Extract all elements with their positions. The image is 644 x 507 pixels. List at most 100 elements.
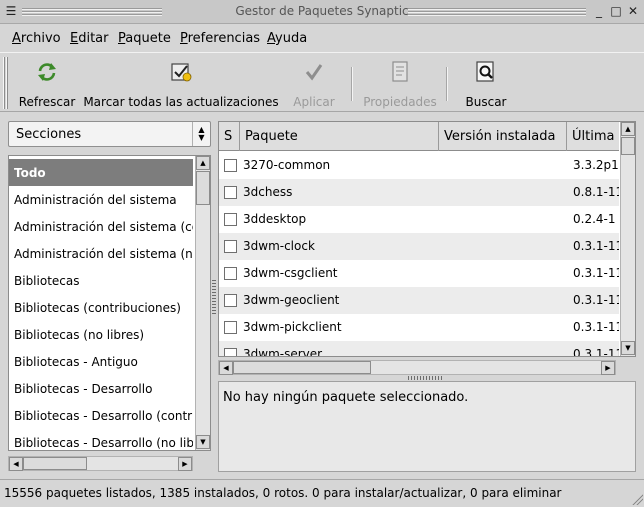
column-status[interactable]: S xyxy=(219,122,240,151)
package-checkbox[interactable] xyxy=(224,240,237,253)
package-latest-version: 0.3.1-11 xyxy=(573,239,619,253)
menu-archivo[interactable]: Archivo xyxy=(12,31,61,46)
package-latest-version: 0.3.1-11 xyxy=(573,266,619,280)
mark-upgrades-icon xyxy=(171,63,192,82)
scroll-up-icon[interactable]: ▲ xyxy=(621,122,635,136)
package-checkbox[interactable] xyxy=(224,294,237,307)
apply-button[interactable]: Aplicar xyxy=(288,59,340,109)
dropdown-arrows-icon: ▲ ▼ xyxy=(192,122,210,146)
toolbar: Refrescar Marcar todas las actualizacion… xyxy=(0,52,644,112)
column-latest-version[interactable]: Última versión xyxy=(567,122,619,151)
package-row[interactable]: 3270-common 3.3.2p1 xyxy=(219,152,619,179)
maximize-icon[interactable]: □ xyxy=(609,4,623,18)
toolbar-separator xyxy=(446,67,448,101)
section-item[interactable]: Bibliotecas xyxy=(9,267,193,294)
scroll-right-icon[interactable]: ▶ xyxy=(178,457,192,471)
menu-bar: Archivo Editar Paquete Preferencias Ayud… xyxy=(0,26,644,50)
package-row[interactable]: 3dwm-pickclient 0.3.1-11 xyxy=(219,314,619,341)
package-horizontal-scrollbar[interactable]: ◀ ▶ xyxy=(218,360,616,375)
package-row[interactable]: 3dchess 0.8.1-11 xyxy=(219,179,619,206)
sections-list: Todo Administración del sistema Administ… xyxy=(8,155,211,451)
section-item[interactable]: Bibliotecas (no libres) xyxy=(9,321,193,348)
section-item[interactable]: Bibliotecas - Desarrollo (contribuciones… xyxy=(9,402,193,429)
sections-vertical-scrollbar[interactable]: ▲ ▼ xyxy=(195,156,210,450)
refresh-icon xyxy=(38,63,56,81)
refresh-button[interactable]: Refrescar xyxy=(14,59,80,109)
column-installed-version[interactable]: Versión instalada xyxy=(439,122,567,151)
package-checkbox[interactable] xyxy=(224,213,237,226)
section-item[interactable]: Administración del sistema xyxy=(9,186,193,213)
package-row[interactable]: 3dwm-server 0.3.1-11 xyxy=(219,341,619,357)
package-row[interactable]: 3dwm-csgclient 0.3.1-11 xyxy=(219,260,619,287)
sections-horizontal-scrollbar[interactable]: ◀ ▶ xyxy=(8,456,193,471)
scroll-down-icon[interactable]: ▼ xyxy=(196,435,210,449)
package-latest-version: 0.3.1-11 xyxy=(573,320,619,334)
package-vertical-scrollbar[interactable]: ▲ ▼ xyxy=(620,122,635,356)
sections-dropdown-value: Secciones xyxy=(16,127,82,142)
mark-all-upgrades-button[interactable]: Marcar todas las actualizaciones xyxy=(83,59,279,109)
scrollbar-thumb[interactable] xyxy=(196,171,210,205)
scroll-up-icon[interactable]: ▲ xyxy=(196,156,210,170)
package-row[interactable]: 3dwm-geoclient 0.3.1-11 xyxy=(219,287,619,314)
package-row[interactable]: 3dwm-clock 0.3.1-11 xyxy=(219,233,619,260)
section-item[interactable]: Bibliotecas (contribuciones) xyxy=(9,294,193,321)
properties-label: Propiedades xyxy=(363,95,437,109)
section-item[interactable]: Administración del sistema (contribucion… xyxy=(9,213,193,240)
status-bar: 15556 paquetes listados, 1385 instalados… xyxy=(0,479,644,507)
section-item[interactable]: Bibliotecas - Desarrollo (no libres) xyxy=(9,429,193,450)
apply-label: Aplicar xyxy=(293,95,335,109)
menu-ayuda[interactable]: Ayuda xyxy=(267,31,307,46)
title-bar: ☰ Gestor de Paquetes Synaptic _ □ ✕ xyxy=(0,0,644,24)
scroll-down-icon[interactable]: ▼ xyxy=(621,341,635,355)
section-item[interactable]: Administración del sistema (no libres) xyxy=(9,240,193,267)
column-package[interactable]: Paquete xyxy=(240,122,439,151)
package-latest-version: 0.2.4-1 xyxy=(573,212,616,226)
search-button[interactable]: Buscar xyxy=(460,59,512,109)
close-icon[interactable]: ✕ xyxy=(626,4,640,18)
package-latest-version: 3.3.2p1 xyxy=(573,158,619,172)
package-name: 3dwm-clock xyxy=(243,239,315,253)
package-checkbox[interactable] xyxy=(224,186,237,199)
pane-splitter-horizontal[interactable] xyxy=(408,376,444,380)
package-checkbox[interactable] xyxy=(224,348,237,356)
apply-check-icon xyxy=(305,64,323,81)
package-list-header: S Paquete Versión instalada Última versi… xyxy=(219,122,619,151)
package-name: 3dwm-geoclient xyxy=(243,293,340,307)
resize-grip-icon[interactable] xyxy=(631,493,643,505)
title-grip-right xyxy=(408,7,586,17)
menu-paquete[interactable]: Paquete xyxy=(118,31,171,46)
details-text: No hay ningún paquete seleccionado. xyxy=(223,390,469,405)
status-text: 15556 paquetes listados, 1385 instalados… xyxy=(4,486,562,500)
package-row[interactable]: 3ddesktop 0.2.4-1 xyxy=(219,206,619,233)
package-name: 3ddesktop xyxy=(243,212,307,226)
package-latest-version: 0.8.1-11 xyxy=(573,185,619,199)
properties-icon xyxy=(392,61,408,82)
section-item[interactable]: Bibliotecas - Antiguo xyxy=(9,348,193,375)
toolbar-separator xyxy=(351,67,353,101)
package-name: 3dchess xyxy=(243,185,293,199)
package-checkbox[interactable] xyxy=(224,321,237,334)
package-checkbox[interactable] xyxy=(224,267,237,280)
scrollbar-thumb[interactable] xyxy=(233,361,371,374)
scroll-left-icon[interactable]: ◀ xyxy=(9,457,23,471)
package-list: S Paquete Versión instalada Última versi… xyxy=(218,121,636,357)
pane-splitter-vertical[interactable] xyxy=(212,280,216,314)
package-latest-version: 0.3.1-11 xyxy=(573,293,619,307)
scrollbar-thumb[interactable] xyxy=(23,457,87,470)
section-item[interactable]: Bibliotecas - Desarrollo xyxy=(9,375,193,402)
toolbar-handle[interactable] xyxy=(3,57,9,109)
package-details-pane: No hay ningún paquete seleccionado. xyxy=(218,381,636,472)
minimize-icon[interactable]: _ xyxy=(592,4,606,18)
menu-editar[interactable]: Editar xyxy=(70,31,109,46)
scroll-left-icon[interactable]: ◀ xyxy=(219,361,233,375)
package-name: 3270-common xyxy=(243,158,331,172)
sections-dropdown[interactable]: Secciones ▲ ▼ xyxy=(8,121,211,147)
menu-preferencias[interactable]: Preferencias xyxy=(180,31,260,46)
package-name: 3dwm-pickclient xyxy=(243,320,342,334)
scroll-right-icon[interactable]: ▶ xyxy=(601,361,615,375)
package-checkbox[interactable] xyxy=(224,159,237,172)
scrollbar-thumb[interactable] xyxy=(621,137,635,155)
section-item[interactable]: Todo xyxy=(9,159,193,186)
properties-button[interactable]: Propiedades xyxy=(360,59,440,109)
package-name: 3dwm-server xyxy=(243,347,323,357)
